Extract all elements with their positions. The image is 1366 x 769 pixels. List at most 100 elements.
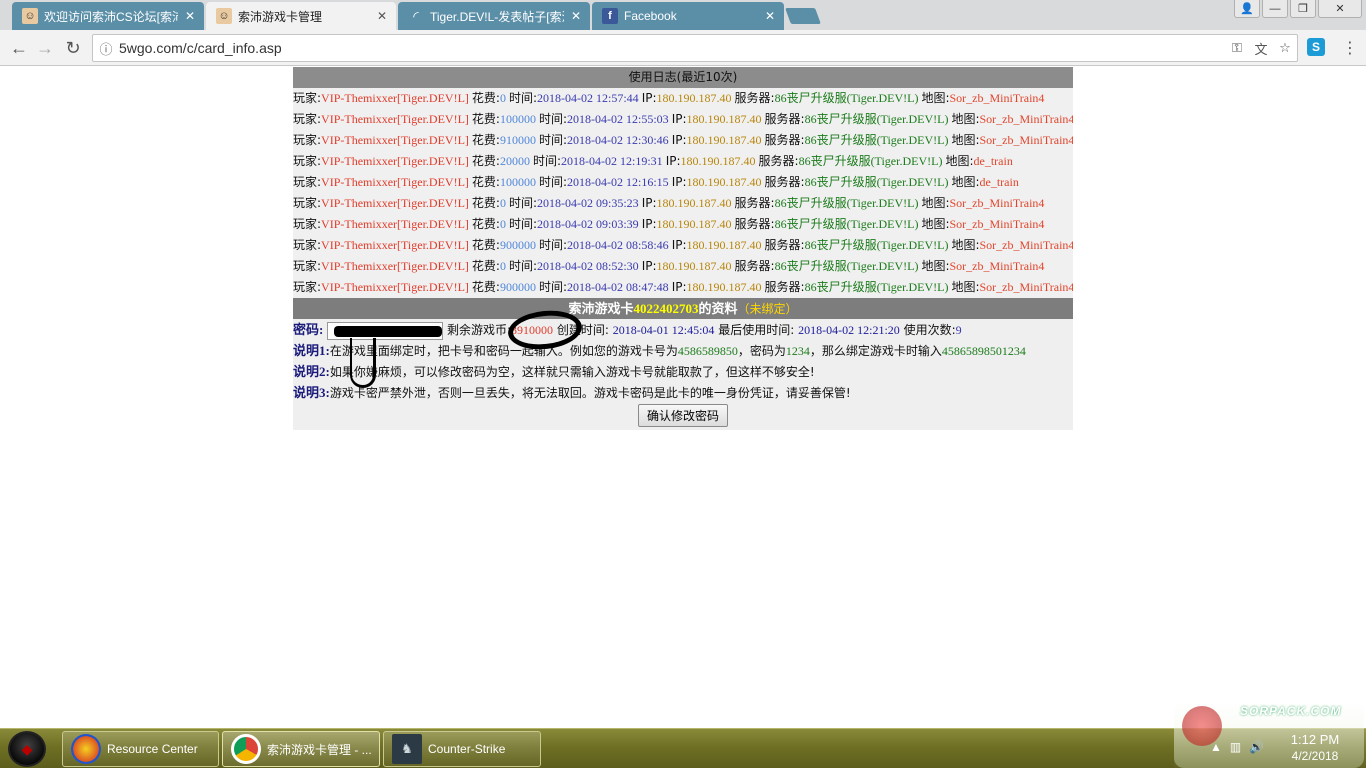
tab-close-icon[interactable]: ✕ (182, 9, 198, 23)
log-cost-value: 910000 (499, 133, 536, 147)
tab-forum[interactable]: ☺ 欢迎访问索沛CS论坛[索沛 ✕ (12, 2, 204, 30)
tab-close-icon[interactable]: ✕ (568, 9, 584, 23)
translate-icon[interactable]: 文 (1249, 39, 1273, 58)
log-time-label: 时间: (508, 217, 538, 231)
log-time-value: 2018-04-02 12:19:31 (561, 154, 663, 168)
tab-close-icon[interactable]: ✕ (374, 9, 390, 23)
log-cost-label: 花费: (471, 217, 500, 231)
log-row: 玩家:VIP-Themixxer[Tiger.DEV!L] 花费:0 时间:20… (293, 193, 1073, 214)
tab-card-manager[interactable]: ☺ 索沛游戏卡管理 ✕ (206, 2, 396, 30)
start-button-icon[interactable]: ◆ (8, 731, 46, 767)
log-ip-label: IP: (671, 133, 687, 147)
forum-favicon-icon: ☺ (216, 8, 232, 24)
password-field[interactable] (327, 321, 444, 340)
log-server-label: 服务器: (734, 196, 775, 210)
log-ip-value: 180.190.187.40 (680, 154, 756, 168)
tab-title: 索沛游戏卡管理 (238, 9, 323, 24)
log-row: 玩家:VIP-Themixxer[Tiger.DEV!L] 花费:910000 … (293, 130, 1073, 151)
log-ip-value: 180.190.187.40 (686, 175, 762, 189)
password-label: 密码: (293, 322, 324, 337)
taskbar-item-chrome[interactable]: 索沛游戏卡管理 - ... (222, 731, 380, 767)
log-map-value: Sor_zb_MiniTrain4 (949, 91, 1045, 105)
forward-button[interactable]: → (34, 37, 56, 59)
volume-icon[interactable]: 🔊 (1249, 740, 1264, 754)
note-2-text: 如果你嫌麻烦，可以修改密码为空，这样就只需输入游戏卡号就能取款了，但这样不够安全… (329, 365, 815, 379)
card-details-row: 密码: 剩余游戏币:3910000 创建时间: 2018-04-01 12:45… (293, 319, 1073, 340)
log-cost-value: 900000 (499, 280, 536, 294)
note-1-after: ，那么绑定游戏卡时输入 (809, 344, 942, 358)
site-info-icon[interactable]: ⓘ (93, 39, 119, 58)
taskbar-item-resource-center[interactable]: Resource Center (62, 731, 219, 767)
note-2: 说明2:如果你嫌麻烦，可以修改密码为空，这样就只需输入游戏卡号就能取款了，但这样… (293, 361, 1073, 382)
log-map-value: de_train (973, 154, 1013, 168)
note-1-mid: ，密码为 (737, 344, 786, 358)
forum-favicon-icon: ☺ (22, 8, 38, 24)
log-time-value: 2018-04-02 09:35:23 (537, 196, 639, 210)
clock-time: 1:12 PM (1290, 732, 1340, 747)
log-row: 玩家:VIP-Themixxer[Tiger.DEV!L] 花费:20000 时… (293, 151, 1073, 172)
log-map-label: 地图: (951, 133, 980, 147)
restore-button[interactable]: ❐ (1290, 0, 1316, 18)
uses-value: 9 (955, 323, 962, 337)
log-time-value: 2018-04-02 08:47:48 (567, 280, 669, 294)
log-ip-label: IP: (671, 280, 687, 294)
address-url[interactable]: 5wgo.com/c/card_info.asp (119, 40, 1225, 56)
card-info-panel: 使用日志(最近10次) 玩家:VIP-Themixxer[Tiger.DEV!L… (293, 67, 1073, 430)
tab-post-thread[interactable]: ◜ Tiger.DEV!L-发表帖子[索沛 ✕ (398, 2, 590, 30)
browser-menu-icon[interactable]: ⋮ (1342, 38, 1358, 58)
log-time-label: 时间: (538, 238, 568, 252)
log-map-value: Sor_zb_MiniTrain4 (979, 112, 1074, 126)
close-window-button[interactable]: ✕ (1318, 0, 1362, 18)
note-1-label: 说明1: (293, 343, 330, 358)
log-cost-value: 0 (499, 196, 506, 210)
bookmark-star-icon[interactable]: ☆ (1273, 40, 1297, 56)
log-map-value: Sor_zb_MiniTrain4 (979, 238, 1074, 252)
reload-button[interactable]: ↻ (62, 37, 84, 59)
note-1-example-combined: 45865898501234 (941, 344, 1026, 358)
tab-close-icon[interactable]: ✕ (762, 9, 778, 23)
log-server-label: 服务器: (758, 154, 799, 168)
tab-strip: ☺ 欢迎访问索沛CS论坛[索沛 ✕ ☺ 索沛游戏卡管理 ✕ ◜ Tiger.DE… (0, 0, 1366, 30)
log-player-label: 玩家: (293, 133, 322, 147)
minimize-button[interactable]: — (1262, 0, 1288, 18)
log-player-label: 玩家: (293, 217, 322, 231)
log-map-label: 地图: (921, 259, 950, 273)
back-button[interactable]: ← (8, 37, 30, 59)
log-server-value: 86丧尸升级服(Tiger.DEV!L) (774, 217, 919, 231)
last-used-value: 2018-04-02 12:21:20 (798, 323, 900, 337)
log-time-value: 2018-04-02 08:52:30 (537, 259, 639, 273)
coins-label: 剩余游戏币: (447, 323, 512, 337)
confirm-change-password-button[interactable]: 确认修改密码 (637, 404, 728, 427)
log-server-label: 服务器: (734, 91, 775, 105)
log-player-value: VIP-Themixxer[Tiger.DEV!L] (321, 91, 469, 105)
log-server-value: 86丧尸升级服(Tiger.DEV!L) (774, 91, 919, 105)
log-ip-value: 180.190.187.40 (656, 91, 732, 105)
log-ip-value: 180.190.187.40 (656, 196, 732, 210)
tab-title: Tiger.DEV!L-发表帖子[索沛 (430, 9, 564, 24)
note-1-example-password: 1234 (785, 344, 810, 358)
taskbar-clock[interactable]: 1:12 PM 4/2/2018 (1280, 732, 1350, 764)
new-tab-button[interactable] (785, 8, 821, 24)
skype-extension-icon[interactable]: S (1307, 38, 1325, 56)
log-cost-label: 花费: (471, 91, 500, 105)
log-time-label: 时间: (532, 154, 562, 168)
log-map-value: Sor_zb_MiniTrain4 (949, 259, 1045, 273)
note-1: 说明1:在游戏里面绑定时，把卡号和密码一起输入。例如您的游戏卡号为4586589… (293, 340, 1073, 361)
log-time-value: 2018-04-02 12:16:15 (567, 175, 669, 189)
tab-facebook[interactable]: f Facebook ✕ (592, 2, 784, 30)
log-cost-label: 花费: (471, 259, 500, 273)
log-cost-label: 花费: (471, 133, 500, 147)
key-icon[interactable]: ⚿ (1225, 40, 1249, 56)
log-server-label: 服务器: (764, 280, 805, 294)
user-profile-icon[interactable]: 👤 (1234, 0, 1260, 18)
network-icon[interactable]: ▥ (1230, 740, 1241, 754)
annotation-scribble (350, 338, 376, 388)
log-ip-label: IP: (641, 91, 657, 105)
address-bar[interactable]: ⓘ 5wgo.com/c/card_info.asp ⚿ 文 ☆ (92, 34, 1298, 62)
log-server-label: 服务器: (734, 259, 775, 273)
show-hidden-icons-icon[interactable]: ▲ (1210, 740, 1222, 754)
taskbar-item-counter-strike[interactable]: ♞ Counter-Strike (383, 731, 541, 767)
log-cost-value: 900000 (499, 238, 536, 252)
note-3: 说明3:游戏卡密严禁外泄，否则一旦丢失，将无法取回。游戏卡密码是此卡的唯一身份凭… (293, 382, 1073, 403)
log-map-value: Sor_zb_MiniTrain4 (949, 217, 1045, 231)
